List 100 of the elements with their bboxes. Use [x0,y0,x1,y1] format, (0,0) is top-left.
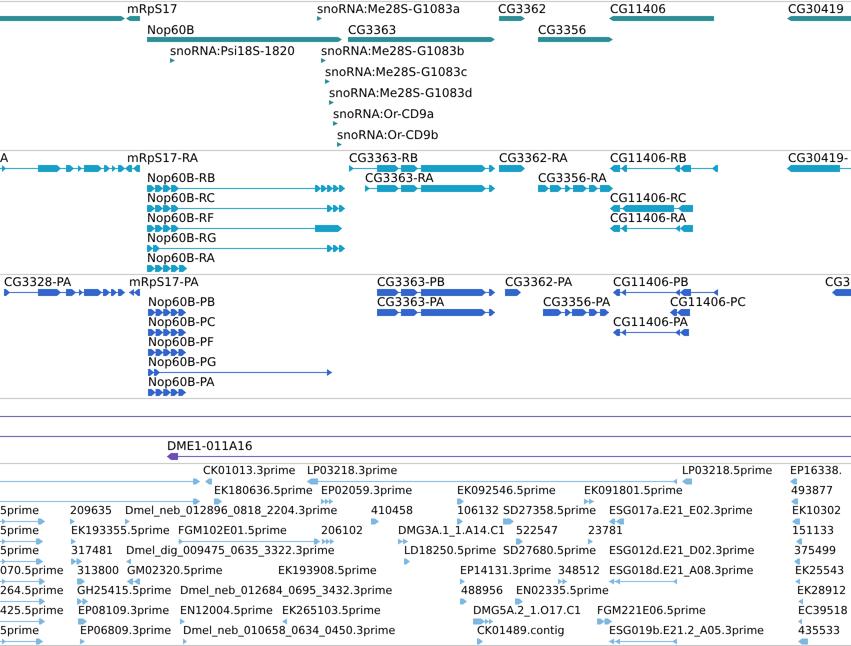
est-feature[interactable] [180,617,185,626]
est-feature[interactable] [0,537,43,546]
est-feature[interactable] [0,597,45,606]
est-feature[interactable] [516,537,523,546]
transcript-feature[interactable] [610,224,693,233]
est-feature[interactable] [798,597,803,606]
est-feature[interactable] [307,477,677,486]
protein-feature[interactable] [148,328,186,337]
est-feature[interactable] [0,637,43,646]
protein-feature[interactable] [129,288,140,297]
est-feature[interactable] [477,637,483,646]
transcript-feature[interactable] [125,164,140,173]
est-feature[interactable] [0,497,200,506]
est-feature[interactable] [503,517,514,526]
est-feature[interactable] [214,497,222,506]
protein-feature[interactable] [670,308,690,317]
clone-feature[interactable] [167,452,851,461]
transcript-feature[interactable] [538,184,613,193]
est-feature[interactable] [371,517,379,526]
est-feature[interactable] [127,577,140,586]
est-feature[interactable] [558,577,567,586]
gene-feature[interactable] [609,14,714,23]
est-feature[interactable] [205,477,212,486]
transcript-feature[interactable] [147,204,345,213]
gene-feature[interactable] [499,14,525,23]
est-feature[interactable] [798,617,802,626]
est-feature[interactable] [791,497,798,506]
est-feature[interactable] [0,577,45,586]
est-feature[interactable] [282,617,287,626]
transcript-feature[interactable] [499,164,525,173]
est-feature[interactable] [404,557,410,566]
gene-feature[interactable] [147,35,342,44]
protein-feature[interactable] [377,288,495,297]
est-feature[interactable] [0,517,45,526]
gene-feature[interactable] [348,35,495,44]
est-feature[interactable] [609,577,677,586]
gene-feature[interactable] [337,140,342,149]
protein-feature[interactable] [543,308,609,317]
est-feature[interactable] [0,557,43,566]
est-feature[interactable] [609,517,624,526]
transcript-feature[interactable] [365,184,495,193]
gene-feature[interactable] [325,77,330,86]
est-feature[interactable] [790,477,797,486]
est-feature[interactable] [796,537,802,546]
transcript-feature[interactable] [349,164,495,173]
protein-feature[interactable] [148,368,332,377]
est-feature[interactable] [473,617,493,626]
protein-feature[interactable] [148,388,186,397]
protein-feature[interactable] [613,288,718,297]
protein-feature[interactable] [505,288,521,297]
est-feature[interactable] [125,517,130,526]
transcript-feature[interactable] [147,244,345,253]
est-feature[interactable] [457,497,464,506]
gene-feature[interactable] [329,98,334,107]
protein-feature[interactable] [148,308,186,317]
est-feature[interactable] [792,517,800,526]
gene-feature[interactable] [170,56,175,65]
gene-feature[interactable] [126,14,140,23]
est-feature[interactable] [178,537,320,546]
est-feature[interactable] [584,497,594,506]
est-feature[interactable] [457,517,463,526]
est-feature[interactable] [77,577,85,586]
est-feature[interactable] [597,617,612,626]
transcript-feature[interactable] [610,164,718,173]
gene-feature[interactable] [317,14,322,23]
est-feature[interactable] [682,477,692,486]
est-feature[interactable] [80,637,85,646]
est-feature[interactable] [77,597,88,606]
est-feature[interactable] [0,477,200,486]
est-feature[interactable] [321,497,333,506]
est-feature[interactable] [798,637,808,646]
est-feature[interactable] [70,517,75,526]
gene-feature[interactable] [787,14,851,23]
est-feature[interactable] [460,577,465,586]
est-feature[interactable] [71,557,82,566]
transcript-feature[interactable] [610,204,693,213]
est-feature[interactable] [78,617,87,626]
est-feature[interactable] [794,557,800,566]
est-feature[interactable] [795,577,800,586]
est-feature[interactable] [460,597,467,606]
gene-feature[interactable] [538,35,613,44]
gene-feature[interactable] [333,119,338,128]
est-feature[interactable] [183,637,187,646]
protein-feature[interactable] [832,288,851,297]
est-feature[interactable] [0,617,45,626]
est-feature[interactable] [588,537,593,546]
protein-feature[interactable] [377,308,495,317]
transcript-feature[interactable] [0,164,125,173]
protein-feature[interactable] [148,348,186,357]
est-feature[interactable] [71,537,76,546]
est-feature[interactable] [322,537,334,546]
transcript-feature[interactable] [147,264,187,273]
est-feature[interactable] [398,537,408,546]
est-feature[interactable] [515,597,523,606]
protein-feature[interactable] [4,288,125,297]
gene-feature[interactable] [321,56,326,65]
transcript-feature[interactable] [147,184,345,193]
est-feature[interactable] [609,637,677,646]
transcript-feature[interactable] [147,224,342,233]
transcript-feature[interactable] [787,164,851,173]
